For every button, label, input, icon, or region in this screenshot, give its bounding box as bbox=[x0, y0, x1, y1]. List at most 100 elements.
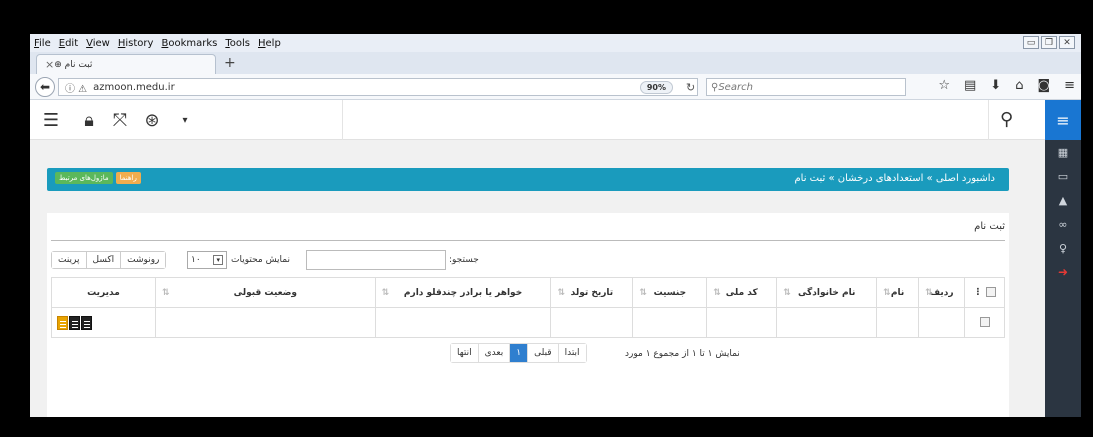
pager-first[interactable]: ابتدا bbox=[557, 344, 586, 362]
sort-icon: ⇅ bbox=[713, 288, 721, 298]
table-cell bbox=[632, 307, 708, 338]
sort-icon: ⇅ bbox=[883, 288, 891, 298]
url-text: azmoon.medu.ir bbox=[93, 81, 175, 93]
bookmark-star-icon[interactable]: ☆ bbox=[938, 78, 950, 93]
sort-icon: ⇅ bbox=[381, 288, 390, 298]
menu-toggle-icon[interactable]: ≡ bbox=[1045, 100, 1081, 140]
download-icon[interactable]: ⬇ bbox=[990, 78, 1001, 93]
window-controls: ▭ ❐ ✕ bbox=[1023, 36, 1075, 49]
menu-bookmarks[interactable]: Bookmarks bbox=[161, 38, 217, 49]
pager-page-1[interactable]: ۱ bbox=[509, 344, 528, 362]
menu-tools[interactable]: Tools bbox=[225, 38, 250, 49]
header-row-number[interactable]: ردیف ⇅ bbox=[918, 277, 966, 308]
sort-icon: ⇅ bbox=[639, 288, 647, 298]
menu-bar: File Edit View History Bookmarks Tools H… bbox=[30, 34, 1081, 52]
table-search-input[interactable] bbox=[306, 250, 446, 270]
menu-file[interactable]: File bbox=[34, 38, 51, 49]
chevron-down-icon[interactable]: ▾ bbox=[174, 109, 196, 131]
restore-icon[interactable]: ❐ bbox=[1041, 36, 1057, 49]
search-placeholder: Search bbox=[718, 81, 753, 93]
monitor-icon[interactable]: ▭ bbox=[1045, 164, 1081, 188]
print-button[interactable]: پرینت bbox=[52, 252, 87, 268]
registration-table: ⋮ ردیف ⇅ نام ⇅ نام خانوادگی ⇅ کد ملی ⇅ جنسیت… bbox=[51, 277, 1005, 338]
home-icon[interactable]: ⌂ bbox=[1015, 78, 1023, 93]
fullscreen-icon[interactable]: ⤧ bbox=[109, 109, 131, 131]
site-info-icon[interactable]: ⓘ ⚠ bbox=[65, 80, 87, 95]
table-search-label: جستجو: bbox=[449, 255, 479, 265]
pager-last[interactable]: انتها bbox=[451, 344, 478, 362]
new-tab-icon[interactable]: + bbox=[224, 55, 236, 71]
checkbox-icon[interactable] bbox=[985, 287, 996, 298]
menu-help[interactable]: Help bbox=[258, 38, 281, 49]
document-list-icon[interactable] bbox=[57, 315, 68, 330]
header-divider bbox=[988, 100, 989, 140]
lock-icon[interactable]: ▲ bbox=[1045, 188, 1081, 212]
search-icon[interactable]: ⚲ bbox=[1000, 109, 1013, 130]
sort-icon: ⇅ bbox=[783, 288, 791, 298]
tab-close-icon[interactable]: × bbox=[45, 58, 54, 71]
search-icon: ⚲ bbox=[711, 81, 719, 93]
pager-previous[interactable]: قبلی bbox=[527, 344, 558, 362]
table-controls: پرینت اکسل رونوشت نمایش محتویات ۱۰ ▾ جست… bbox=[51, 250, 1005, 272]
table-cell bbox=[706, 307, 778, 338]
table-cell bbox=[776, 307, 878, 338]
page-length-label: نمایش محتویات bbox=[231, 255, 291, 265]
header-divider bbox=[342, 100, 343, 140]
chevron-down-icon: ▾ bbox=[213, 255, 223, 265]
header-national-code[interactable]: کد ملی ⇅ bbox=[706, 277, 778, 308]
back-icon[interactable]: ⬅ bbox=[35, 77, 55, 97]
header-select-all[interactable]: ⋮ bbox=[964, 277, 1005, 308]
lock-icon[interactable]: 🔒︎ bbox=[78, 109, 100, 131]
checkbox-icon[interactable] bbox=[979, 317, 990, 328]
related-modules-button[interactable]: ماژول‌های مرتبط bbox=[55, 172, 113, 184]
header-birth-date[interactable]: تاریخ تولد ⇅ bbox=[550, 277, 634, 308]
list-icon[interactable]: ☰ bbox=[40, 109, 62, 131]
link-icon[interactable]: ∞ bbox=[1045, 212, 1081, 236]
sort-icon: ⇅ bbox=[557, 288, 565, 298]
header-acceptance-status[interactable]: وضعیت قبولی ⇅ bbox=[154, 277, 376, 308]
table-cell bbox=[876, 307, 920, 338]
header-buttons: ماژول‌های مرتبط راهنما bbox=[55, 172, 141, 184]
grid-icon[interactable]: ▦ bbox=[1045, 140, 1081, 164]
copy-button[interactable]: رونوشت bbox=[121, 252, 166, 268]
breadcrumb: داشبورد اصلی » استعدادهای درخشان » ثبت ن… bbox=[794, 173, 995, 184]
document-edit-icon[interactable] bbox=[81, 315, 92, 330]
pagination: ابتدا قبلی ۱ بعدی انتها bbox=[450, 343, 587, 363]
logout-icon[interactable]: ➜ bbox=[1045, 260, 1081, 284]
header-management: مدیریت bbox=[51, 277, 156, 308]
minimize-icon[interactable]: ▭ bbox=[1023, 36, 1039, 49]
header-multiple-siblings[interactable]: خواهر یا برادر چندقلو دارم ⇅ bbox=[374, 277, 552, 308]
page-length-control: نمایش محتویات ۱۰ ▾ bbox=[183, 251, 290, 269]
row-checkbox-cell[interactable] bbox=[964, 307, 1005, 338]
reload-icon[interactable]: ↻ bbox=[686, 81, 695, 94]
close-window-icon[interactable]: ✕ bbox=[1059, 36, 1075, 49]
browser-tab[interactable]: × ثبت نام ⊕ bbox=[36, 54, 216, 74]
app-header: ☰ 🔒︎ ⤧ ⊛ ▾ ⚲ bbox=[30, 100, 1045, 140]
url-bar[interactable]: ⓘ ⚠ azmoon.medu.ir 90% bbox=[58, 78, 698, 96]
table-search: جستجو: bbox=[306, 250, 479, 270]
pager-next[interactable]: بعدی bbox=[477, 344, 510, 362]
reading-list-icon[interactable]: ▤ bbox=[964, 78, 976, 93]
table-cell bbox=[154, 307, 376, 338]
header-first-name[interactable]: نام ⇅ bbox=[876, 277, 920, 308]
page-length-select[interactable]: ۱۰ ▾ bbox=[187, 251, 227, 269]
header-gender[interactable]: جنسیت ⇅ bbox=[632, 277, 708, 308]
pocket-icon[interactable]: ◙ bbox=[1037, 78, 1050, 93]
menu-view[interactable]: View bbox=[86, 38, 110, 49]
lifebuoy-icon[interactable]: ⊛ bbox=[141, 109, 163, 131]
panel-title: ثبت نام bbox=[974, 221, 1005, 232]
search-bar[interactable]: ⚲ Search bbox=[706, 78, 906, 96]
toolbar-icons: ☆ ▤ ⬇ ⌂ ◙ ≡ bbox=[938, 78, 1075, 93]
excel-button[interactable]: اکسل bbox=[86, 252, 122, 268]
hamburger-menu-icon[interactable]: ≡ bbox=[1064, 78, 1075, 93]
header-last-name[interactable]: نام خانوادگی ⇅ bbox=[776, 277, 878, 308]
menu-history[interactable]: History bbox=[118, 38, 154, 49]
document-view-icon[interactable] bbox=[69, 315, 80, 330]
menu-edit[interactable]: Edit bbox=[59, 38, 78, 49]
zoom-level[interactable]: 90% bbox=[639, 81, 673, 94]
bulb-icon[interactable]: ♀ bbox=[1045, 236, 1081, 260]
help-button[interactable]: راهنما bbox=[115, 172, 141, 184]
browser-window: File Edit View History Bookmarks Tools H… bbox=[30, 34, 1081, 417]
page-length-value: ۱۰ bbox=[191, 255, 201, 265]
globe-icon: ⊕ bbox=[54, 59, 62, 70]
